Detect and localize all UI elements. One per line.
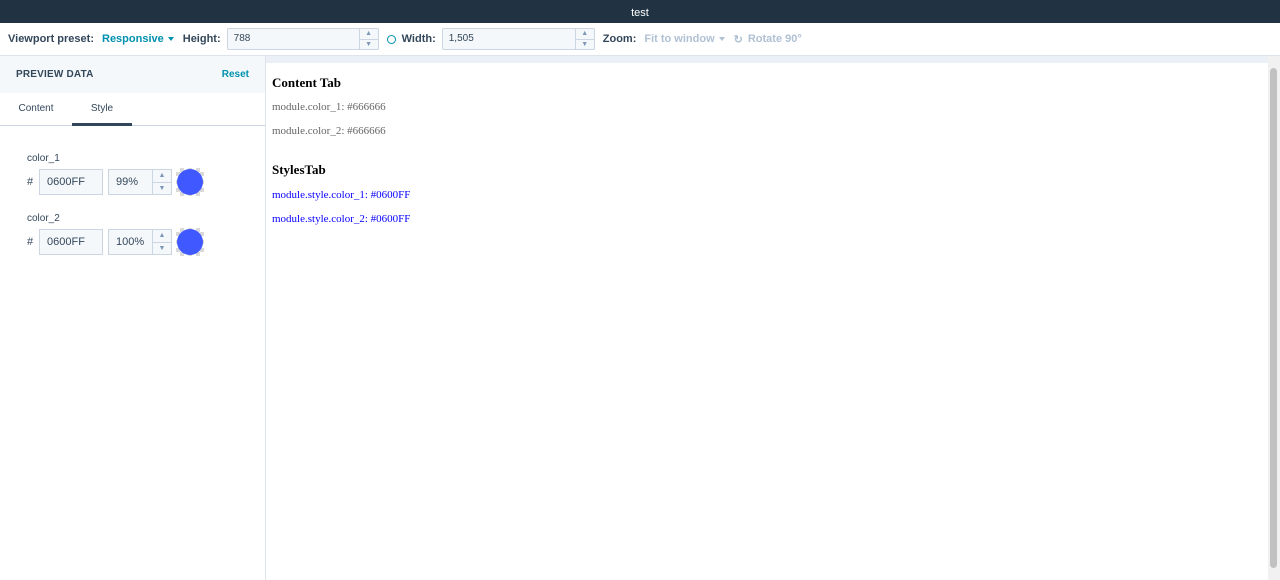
stepper-down-icon[interactable]: ▼ (153, 181, 171, 195)
hash-symbol: # (27, 236, 34, 248)
height-stepper[interactable]: ▲ ▼ (358, 29, 378, 50)
color-2-opacity-value: 100% (116, 236, 145, 248)
height-input[interactable]: 788 ▲ ▼ (226, 28, 379, 50)
color-1-opacity-stepper[interactable]: ▲ ▼ (152, 170, 171, 194)
window-title: test (0, 0, 1280, 23)
color-1-opacity-value: 99% (116, 176, 139, 188)
width-stepper[interactable]: ▲ ▼ (574, 29, 594, 50)
color-2-swatch[interactable] (176, 228, 204, 256)
width-input[interactable]: 1,505 ▲ ▼ (441, 28, 595, 50)
rotate-icon: ↻ (733, 33, 743, 46)
viewport-preset-value: Responsive (102, 33, 164, 45)
style-line-2: module.style.color_2: #0600FF (272, 213, 411, 225)
color-1-opacity-input[interactable]: 99% ▲ ▼ (108, 169, 172, 195)
zoom-dropdown[interactable]: Fit to window (644, 33, 725, 45)
preview-data-panel: PREVIEW DATA Reset Content Style color_1… (0, 56, 266, 580)
styles-tab-heading: StylesTab (272, 162, 326, 177)
color-2-opacity-stepper[interactable]: ▲ ▼ (152, 230, 171, 254)
stepper-up-icon[interactable]: ▲ (576, 29, 594, 39)
stepper-up-icon[interactable]: ▲ (360, 29, 378, 39)
chevron-down-icon (167, 37, 174, 41)
color-1-preview-dot (177, 169, 203, 195)
tab-content[interactable]: Content (0, 93, 72, 126)
color-1-label: color_1 (27, 153, 60, 164)
hash-symbol: # (27, 176, 34, 188)
stepper-up-icon[interactable]: ▲ (153, 170, 171, 182)
content-tab-heading: Content Tab (272, 75, 341, 90)
chevron-down-icon (718, 37, 725, 41)
color-1-swatch[interactable] (176, 168, 204, 196)
tab-style[interactable]: Style (72, 93, 132, 126)
rotate-label: Rotate 90° (747, 33, 802, 45)
style-line-1: module.style.color_1: #0600FF (272, 189, 411, 201)
module-preview: Content Tab module.color_1: #666666 modu… (266, 56, 1268, 580)
color-2-label: color_2 (27, 213, 60, 224)
preview-toolbar: Viewport preset: Responsive Height: 788 … (0, 23, 1280, 56)
preview-top-strip (266, 56, 1268, 63)
panel-header: PREVIEW DATA Reset (0, 56, 265, 93)
stepper-down-icon[interactable]: ▼ (359, 38, 378, 50)
scrollbar-thumb[interactable] (1270, 68, 1277, 568)
viewport-preset-label: Viewport preset: (8, 33, 94, 45)
width-value: 1,505 (448, 33, 474, 44)
viewport-preset-dropdown[interactable]: Responsive (102, 33, 174, 45)
height-label: Height: (182, 33, 221, 45)
reset-button[interactable]: Reset (222, 69, 249, 80)
stepper-up-icon[interactable]: ▲ (153, 230, 171, 242)
color-2-hex-input[interactable]: 0600FF (39, 229, 103, 255)
zoom-label: Zoom: (602, 33, 637, 45)
preview-scrollbar[interactable] (1268, 56, 1280, 580)
zoom-value: Fit to window (644, 33, 715, 45)
width-label: Width: (401, 33, 436, 45)
color-1-hex-input[interactable]: 0600FF (39, 169, 103, 195)
stepper-down-icon[interactable]: ▼ (575, 38, 594, 50)
stepper-down-icon[interactable]: ▼ (153, 241, 171, 255)
panel-tabs: Content Style (0, 93, 265, 126)
color-2-opacity-input[interactable]: 100% ▲ ▼ (108, 229, 172, 255)
content-line-2: module.color_2: #666666 (272, 125, 386, 137)
content-line-1: module.color_1: #666666 (272, 101, 386, 113)
panel-title: PREVIEW DATA (16, 69, 94, 80)
rotate-button[interactable]: ↻ Rotate 90° (734, 33, 802, 46)
height-value: 788 (233, 33, 251, 44)
color-2-preview-dot (177, 229, 203, 255)
link-dimensions-icon[interactable] (386, 34, 396, 44)
